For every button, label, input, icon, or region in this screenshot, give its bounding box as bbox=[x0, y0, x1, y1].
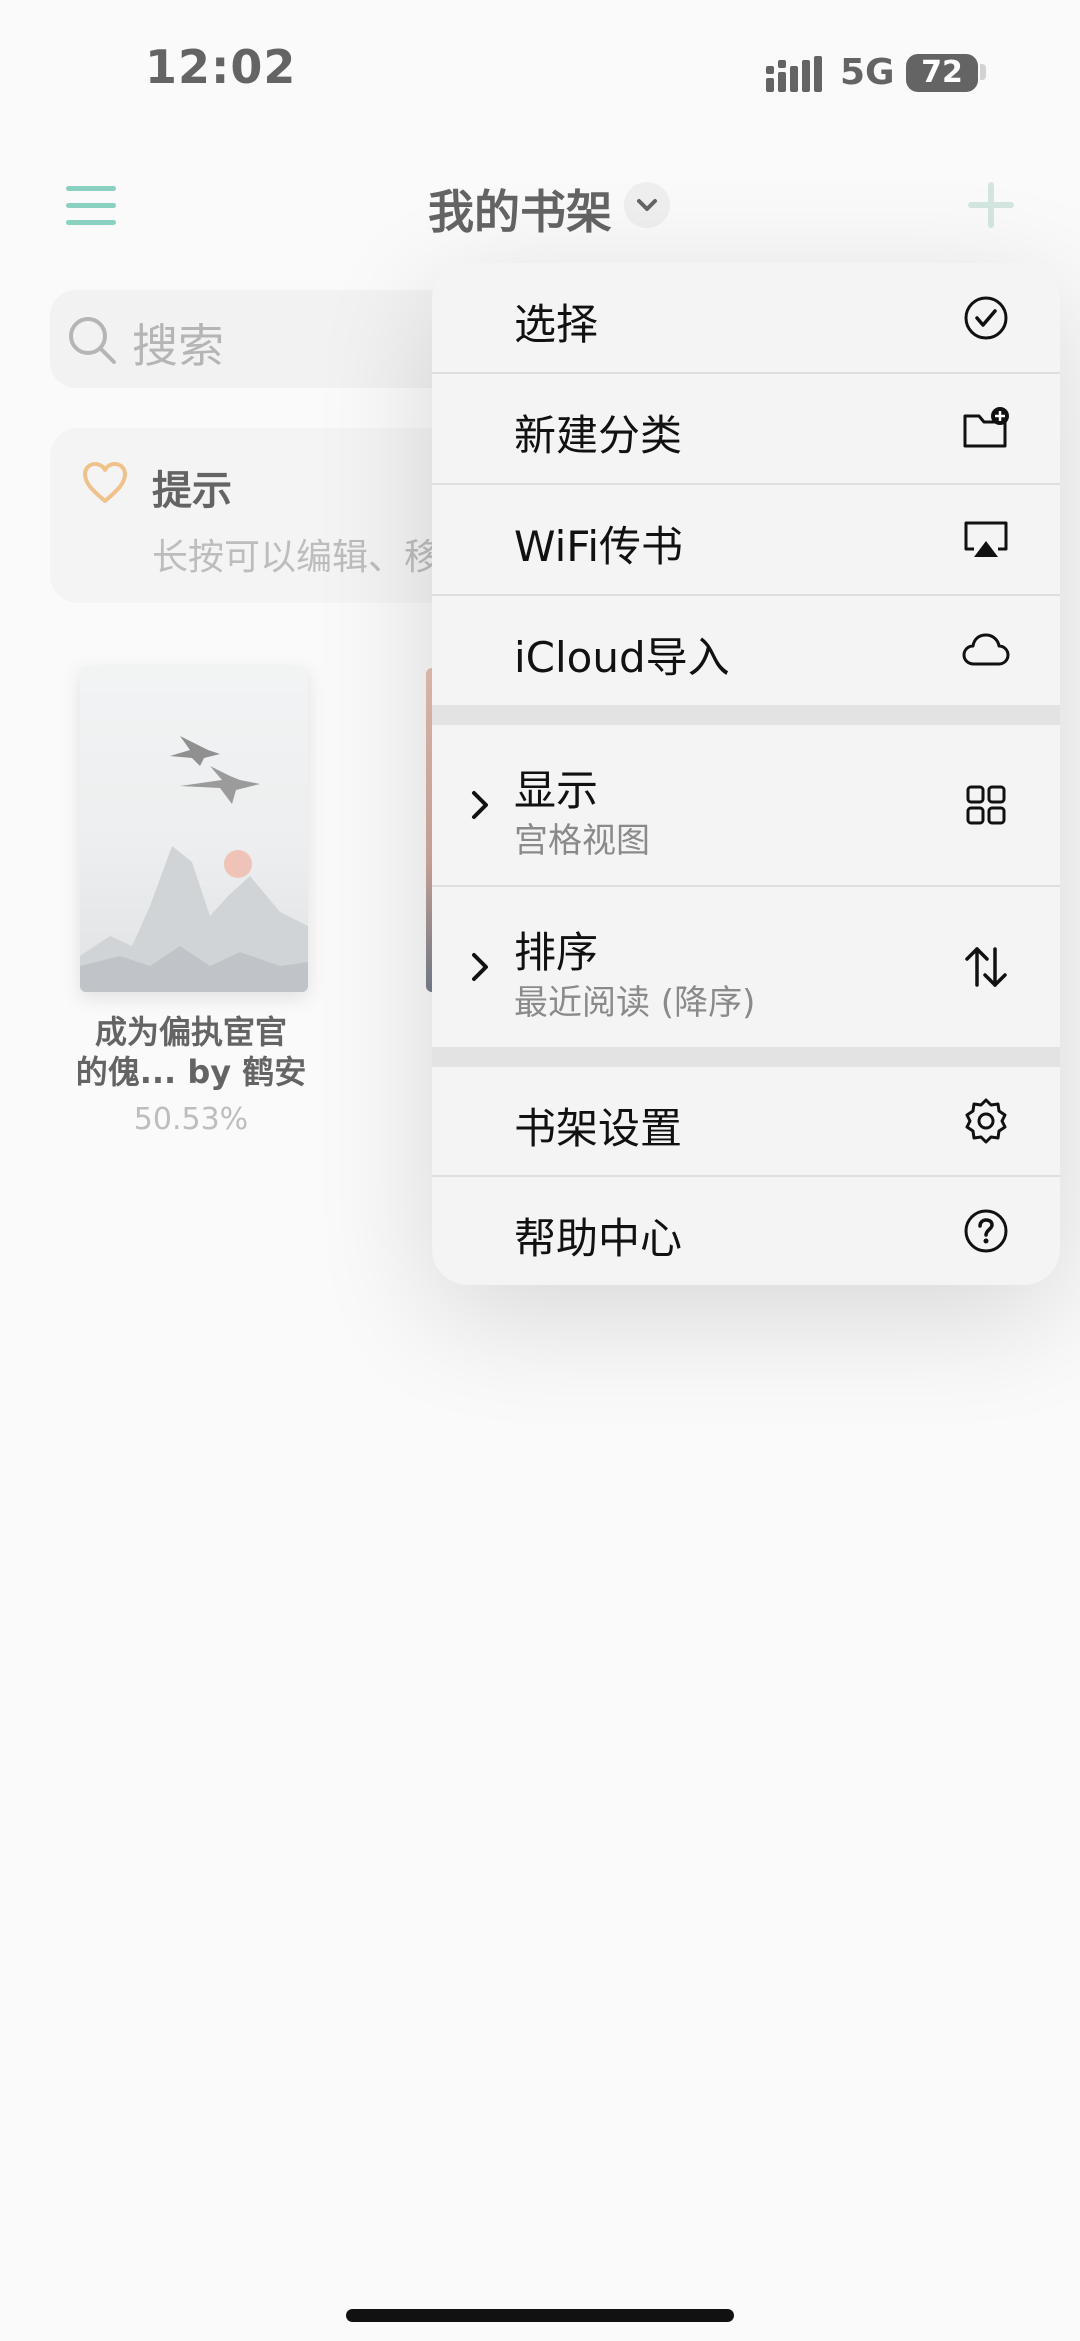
help-circle-icon bbox=[964, 1209, 1008, 1253]
menu-item-new-category[interactable]: 新建分类 bbox=[432, 374, 1060, 483]
menu-group-gap bbox=[432, 705, 1060, 725]
shelf-options-menu: 选择 新建分类 WiFi传书 iCloud导入 显示 宫格视图 排序 最近阅读 … bbox=[432, 263, 1060, 1285]
menu-item-value: 最近阅读 (降序) bbox=[514, 983, 756, 1023]
grid-icon bbox=[966, 785, 1006, 825]
menu-item-shelf-settings[interactable]: 书架设置 bbox=[432, 1067, 1060, 1175]
chevron-right-icon bbox=[472, 791, 488, 819]
menu-item-label: iCloud导入 bbox=[514, 633, 730, 682]
menu-item-help-center[interactable]: 帮助中心 bbox=[432, 1177, 1060, 1285]
cloud-icon bbox=[962, 633, 1010, 666]
airplay-icon bbox=[964, 521, 1008, 557]
menu-item-label: WiFi传书 bbox=[514, 522, 684, 571]
menu-item-label: 帮助中心 bbox=[514, 1214, 683, 1263]
sort-arrows-icon bbox=[965, 947, 1007, 987]
gear-icon bbox=[965, 1098, 1007, 1144]
menu-item-sort[interactable]: 排序 最近阅读 (降序) bbox=[432, 887, 1060, 1047]
folder-plus-icon bbox=[963, 407, 1009, 448]
chevron-right-icon bbox=[472, 953, 488, 981]
home-indicator[interactable] bbox=[346, 2309, 734, 2322]
menu-item-label: 显示 bbox=[514, 766, 599, 815]
menu-item-display[interactable]: 显示 宫格视图 bbox=[432, 725, 1060, 885]
menu-item-value: 宫格视图 bbox=[514, 821, 650, 861]
menu-item-wifi-transfer[interactable]: WiFi传书 bbox=[432, 485, 1060, 594]
menu-item-select[interactable]: 选择 bbox=[432, 263, 1060, 373]
menu-item-label: 选择 bbox=[514, 300, 599, 349]
menu-item-label: 书架设置 bbox=[514, 1104, 683, 1153]
menu-item-label: 新建分类 bbox=[514, 411, 683, 460]
check-circle-icon bbox=[964, 296, 1008, 340]
menu-group-gap bbox=[432, 1047, 1060, 1067]
menu-item-label: 排序 bbox=[514, 928, 599, 977]
menu-item-icloud-import[interactable]: iCloud导入 bbox=[432, 596, 1060, 705]
